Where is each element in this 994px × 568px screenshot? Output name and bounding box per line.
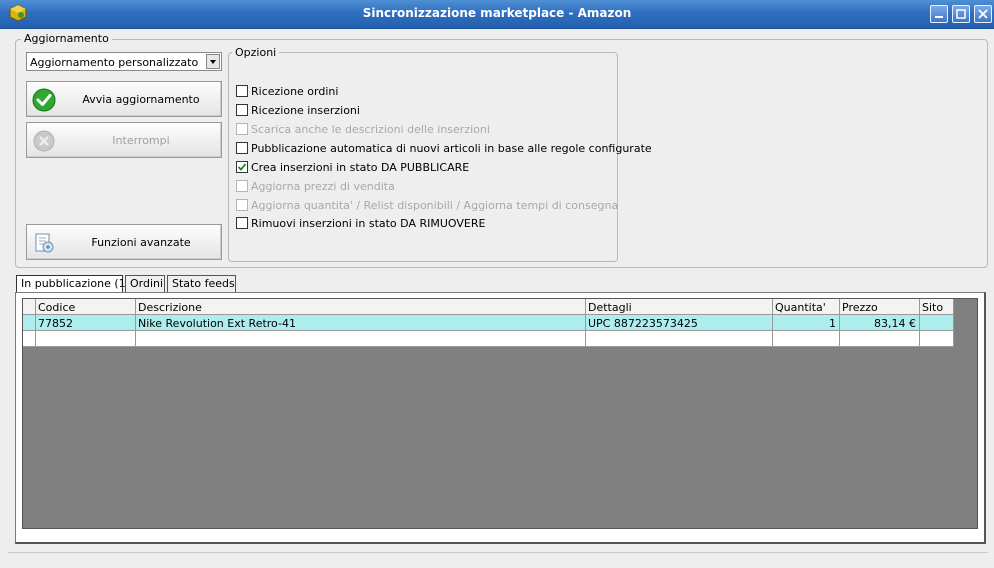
window-title: Sincronizzazione marketplace - Amazon: [362, 6, 632, 20]
checkbox[interactable]: [236, 104, 248, 116]
title-bar: Sincronizzazione marketplace - Amazon: [0, 0, 994, 29]
checkbox[interactable]: [236, 142, 248, 154]
update-mode-select[interactable]: Aggiornamento personalizzato: [26, 52, 222, 71]
tab-stato-feeds[interactable]: Stato feeds: [167, 275, 236, 292]
option-label: Rimuovi inserzioni in stato DA RIMUOVERE: [251, 217, 486, 230]
minimize-icon: [935, 16, 943, 18]
row-indicator[interactable]: [23, 315, 36, 331]
checkbox[interactable]: [236, 199, 248, 211]
option-label: Aggiorna prezzi di vendita: [251, 180, 395, 193]
option-label: Ricezione inserzioni: [251, 104, 360, 117]
opzioni-group: [228, 52, 618, 262]
minimize-button[interactable]: [930, 5, 948, 23]
status-bar: [8, 552, 988, 563]
table-cell-quantita[interactable]: 1: [773, 315, 840, 331]
start-update-button[interactable]: Avvia aggiornamento: [26, 81, 222, 117]
table-cell-sito[interactable]: [920, 315, 954, 331]
stop-label: Interrompi: [112, 134, 170, 147]
checkbox[interactable]: [236, 123, 248, 135]
column-header-descrizione[interactable]: Descrizione: [136, 299, 586, 315]
checkmark-icon: [237, 163, 247, 171]
option-label: Scarica anche le descrizioni delle inser…: [251, 123, 490, 136]
advanced-functions-button[interactable]: Funzioni avanzate: [26, 224, 222, 260]
checkbox[interactable]: [236, 180, 248, 192]
advanced-functions-label: Funzioni avanzate: [91, 236, 191, 249]
table-cell-empty[interactable]: [920, 331, 954, 347]
update-mode-value: Aggiornamento personalizzato: [30, 56, 199, 69]
close-button[interactable]: [974, 5, 992, 23]
maximize-button[interactable]: [952, 5, 970, 23]
row-indicator[interactable]: [23, 331, 36, 347]
maximize-icon: [956, 9, 966, 19]
column-header-prezzo[interactable]: Prezzo: [840, 299, 920, 315]
table-cell-descrizione[interactable]: Nike Revolution Ext Retro-41: [136, 315, 586, 331]
advanced-functions-icon: [32, 231, 56, 255]
checkbox[interactable]: [236, 85, 248, 97]
table-cell-empty[interactable]: [36, 331, 136, 347]
stop-button[interactable]: Interrompi: [26, 122, 222, 158]
table-cell-empty[interactable]: [840, 331, 920, 347]
option-label: Crea inserzioni in stato DA PUBBLICARE: [251, 161, 470, 174]
tab-ordini[interactable]: Ordini: [125, 275, 165, 292]
table-cell-empty[interactable]: [136, 331, 586, 347]
option-label: Ricezione ordini: [251, 85, 339, 98]
table-cell-codice[interactable]: 77852: [36, 315, 136, 331]
column-header-quantita[interactable]: Quantita': [773, 299, 840, 315]
checkbox[interactable]: [236, 217, 248, 229]
stop-icon: [32, 129, 56, 153]
close-icon: [978, 9, 988, 19]
row-indicator-header: [23, 299, 36, 315]
checkmark-icon: [32, 88, 56, 112]
tab-in-pubblicazione[interactable]: In pubblicazione (1): [16, 275, 130, 292]
column-header-sito[interactable]: Sito: [920, 299, 954, 315]
table-cell-empty[interactable]: [773, 331, 840, 347]
table-cell-empty[interactable]: [586, 331, 773, 347]
start-update-label: Avvia aggiornamento: [82, 93, 200, 106]
column-header-dettagli[interactable]: Dettagli: [586, 299, 773, 315]
table-cell-dettagli[interactable]: UPC 887223573425: [586, 315, 773, 331]
opzioni-legend: Opzioni: [232, 46, 280, 59]
dropdown-arrow-icon[interactable]: [206, 54, 220, 69]
table-cell-prezzo[interactable]: 83,14 €: [840, 315, 920, 331]
option-label: Pubblicazione automatica di nuovi artico…: [251, 142, 652, 155]
column-header-codice[interactable]: Codice: [36, 299, 136, 315]
checkbox-checked[interactable]: [236, 161, 248, 173]
aggiornamento-legend: Aggiornamento: [21, 32, 112, 45]
option-label: Aggiorna quantita' / Relist disponibili …: [251, 199, 619, 212]
